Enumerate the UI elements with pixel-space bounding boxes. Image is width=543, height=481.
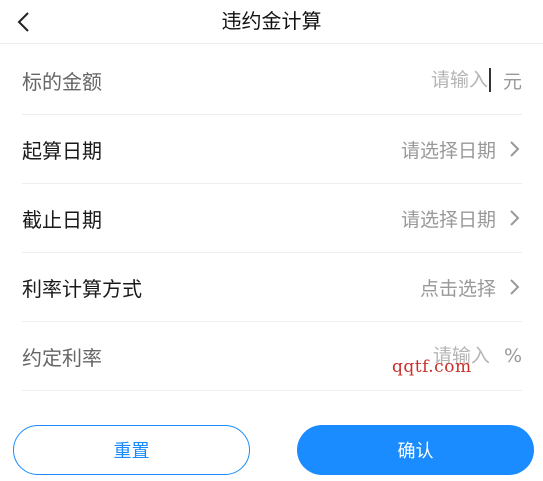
text-caret xyxy=(488,68,491,92)
rate-method-value: 点击选择 xyxy=(419,277,496,300)
start-date-label: 起算日期 xyxy=(22,138,102,163)
reset-button[interactable]: 重置 xyxy=(13,425,250,475)
agreed-rate-label: 约定利率 xyxy=(22,345,102,370)
watermark-text: qqtf.com xyxy=(392,357,472,377)
confirm-button[interactable]: 确认 xyxy=(297,425,534,475)
amount-input[interactable] xyxy=(421,69,488,91)
end-date-row[interactable]: 截止日期 请选择日期 xyxy=(22,184,522,253)
start-date-value: 请选择日期 xyxy=(400,139,496,162)
end-date-value: 请选择日期 xyxy=(400,208,496,231)
nav-bar: 违约金计算 xyxy=(0,0,543,44)
rate-method-picker[interactable]: 点击选择 xyxy=(420,274,522,301)
page-title: 违约金计算 xyxy=(221,9,322,33)
chevron-right-icon xyxy=(510,210,520,226)
start-date-picker[interactable]: 请选择日期 xyxy=(401,136,522,163)
amount-input-group: 元 xyxy=(421,67,522,94)
rate-method-row[interactable]: 利率计算方式 点击选择 xyxy=(22,253,522,322)
chevron-right-icon xyxy=(510,279,520,295)
end-date-picker[interactable]: 请选择日期 xyxy=(401,205,522,232)
amount-row: 标的金额 元 xyxy=(22,46,522,115)
rate-method-label: 利率计算方式 xyxy=(22,276,142,301)
agreed-rate-unit: % xyxy=(503,345,522,367)
amount-unit: 元 xyxy=(502,70,522,93)
end-date-label: 截止日期 xyxy=(22,207,102,232)
chevron-right-icon xyxy=(510,141,520,157)
start-date-row[interactable]: 起算日期 请选择日期 xyxy=(22,115,522,184)
amount-label: 标的金额 xyxy=(22,69,102,94)
